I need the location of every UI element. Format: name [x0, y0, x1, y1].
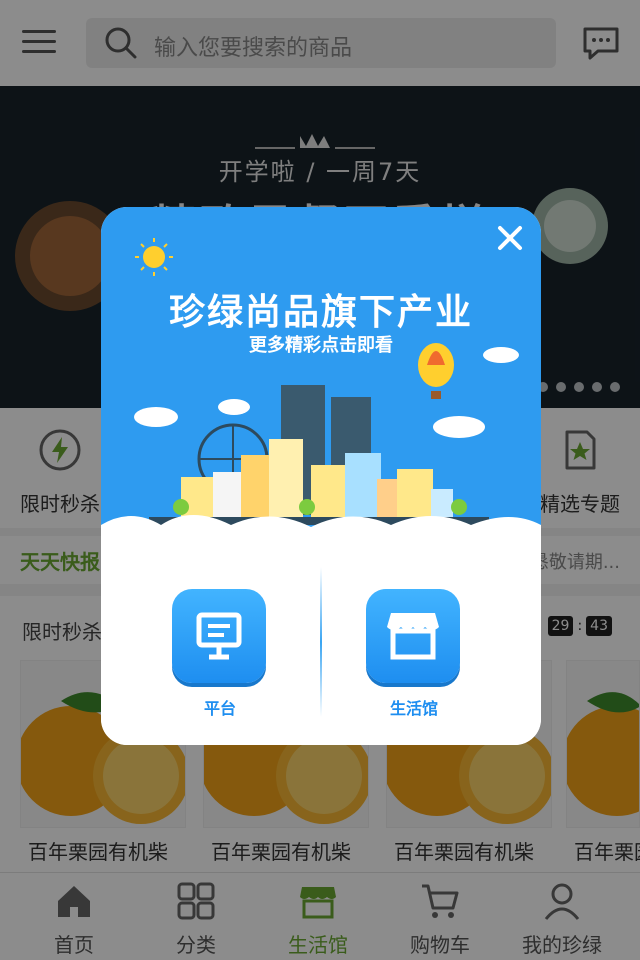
popup-illustration: 珍绿尚品旗下产业 更多精彩点击即看	[101, 207, 541, 547]
popup-title: 珍绿尚品旗下产业	[168, 292, 473, 333]
platform-button[interactable]: 平台	[172, 589, 268, 719]
popup-subtitle: 更多精彩点击即看	[249, 335, 393, 356]
city-illustration	[101, 238, 541, 547]
close-icon[interactable]	[495, 223, 525, 253]
monitor-icon	[196, 612, 242, 660]
platform-button-label: 平台	[203, 699, 236, 718]
shop-icon	[387, 613, 439, 660]
life-store-button[interactable]: 生活馆	[366, 589, 462, 719]
industry-popup: 珍绿尚品旗下产业 更多精彩点击即看 平台 生活馆	[101, 207, 541, 745]
popup-divider	[320, 567, 322, 717]
life-store-button-label: 生活馆	[389, 699, 438, 718]
